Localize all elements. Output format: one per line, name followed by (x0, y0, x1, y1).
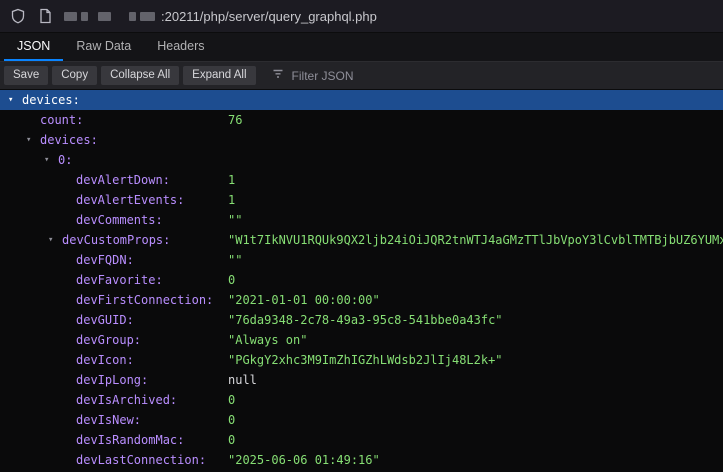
json-row-devGroup: devGroup: "Always on" (0, 330, 723, 350)
filter-funnel-icon (272, 67, 284, 85)
json-value: 0 (228, 430, 723, 450)
tab-headers[interactable]: Headers (144, 33, 217, 61)
json-row-devIcon: devIcon: "PGkgY2xhc3M9ImZhIGZhLWdsb2JlIj… (0, 350, 723, 370)
json-key[interactable]: devGroup: (76, 330, 141, 350)
toggle-spacer (62, 370, 76, 390)
json-value: "2025-06-06 01:49:16" (228, 450, 723, 470)
json-key[interactable]: devIcon: (76, 350, 134, 370)
redacted-host-block (140, 12, 155, 21)
browser-top-bar: :20211/php/server/query_graphql.php (0, 0, 723, 33)
toggle-spacer (62, 210, 76, 230)
expand-toggle-icon[interactable] (48, 230, 62, 250)
json-key[interactable]: devIsArchived: (76, 390, 177, 410)
tab-json[interactable]: JSON (4, 33, 63, 61)
json-row-count: count: 76 (0, 110, 723, 130)
json-value: 76 (228, 110, 723, 130)
json-value: "76da9348-2c78-49a3-95c8-541bbe0a43fc" (228, 310, 723, 330)
toggle-spacer (26, 110, 40, 130)
expand-toggle-icon[interactable] (26, 130, 40, 150)
json-value: 1 (228, 190, 723, 210)
json-key[interactable]: 0: (58, 150, 72, 170)
expand-toggle-icon[interactable] (44, 150, 58, 170)
json-value: null (228, 370, 723, 390)
json-key[interactable]: devFQDN: (76, 250, 134, 270)
tab-raw-data[interactable]: Raw Data (63, 33, 144, 61)
json-key[interactable]: devGUID: (76, 310, 134, 330)
json-key[interactable]: devIsNew: (76, 410, 141, 430)
toggle-spacer (62, 450, 76, 470)
toggle-spacer (62, 190, 76, 210)
toggle-spacer (62, 390, 76, 410)
redacted-host-block (98, 12, 111, 21)
toggle-spacer (62, 290, 76, 310)
json-value: "" (228, 250, 723, 270)
redacted-host-block (129, 12, 136, 21)
json-key[interactable]: devices: (22, 90, 80, 110)
redacted-host-block (64, 12, 77, 21)
json-row-devIsRandomMac: devIsRandomMac: 0 (0, 430, 723, 450)
json-value: 0 (228, 410, 723, 430)
json-key[interactable]: devCustomProps: (62, 230, 170, 250)
json-key[interactable]: devAlertDown: (76, 170, 170, 190)
toggle-spacer (62, 270, 76, 290)
toggle-spacer (62, 310, 76, 330)
json-key[interactable]: devComments: (76, 210, 163, 230)
json-row-devIsNew: devIsNew: 0 (0, 410, 723, 430)
json-key[interactable]: count: (40, 110, 83, 130)
json-row-devFavorite: devFavorite: 0 (0, 270, 723, 290)
toggle-spacer (62, 330, 76, 350)
filter-json-input[interactable] (290, 68, 450, 84)
toggle-spacer (62, 410, 76, 430)
expand-all-button[interactable]: Expand All (183, 66, 255, 86)
json-value: "W1t7IkNVU1RQUk9QX2ljb24iOiJQR2tnWTJ4aGM… (228, 230, 723, 250)
json-value (228, 150, 723, 170)
shield-icon[interactable] (10, 8, 26, 24)
json-row-devFirstConnection: devFirstConnection: "2021-01-01 00:00:00… (0, 290, 723, 310)
json-tree: devices: count: 76 devices: 0: devAlertD… (0, 90, 723, 470)
json-value: "2021-01-01 00:00:00" (228, 290, 723, 310)
json-value (228, 90, 723, 110)
json-value: "" (228, 210, 723, 230)
redacted-host-block (81, 12, 88, 21)
json-row-item-0[interactable]: 0: (0, 150, 723, 170)
json-row-devAlertEvents: devAlertEvents: 1 (0, 190, 723, 210)
json-row-devFQDN: devFQDN: "" (0, 250, 723, 270)
json-row-devIsArchived: devIsArchived: 0 (0, 390, 723, 410)
json-key[interactable]: devFavorite: (76, 270, 163, 290)
page-icon[interactable] (38, 8, 52, 24)
json-key[interactable]: devAlertEvents: (76, 190, 184, 210)
json-key[interactable]: devIsRandomMac: (76, 430, 184, 450)
json-value: "PGkgY2xhc3M9ImZhIGZhLWdsb2JlIj48L2k+" (228, 350, 723, 370)
json-value: "Always on" (228, 330, 723, 350)
toggle-spacer (62, 250, 76, 270)
filter-json-container (272, 67, 450, 85)
expand-toggle-icon[interactable] (8, 90, 22, 110)
json-value: 1 (228, 170, 723, 190)
json-row-devGUID: devGUID: "76da9348-2c78-49a3-95c8-541bbe… (0, 310, 723, 330)
json-value: 0 (228, 390, 723, 410)
json-viewer-tabbar: JSON Raw Data Headers (0, 33, 723, 62)
json-row-devices-root[interactable]: devices: (0, 90, 723, 110)
json-toolbar: Save Copy Collapse All Expand All (0, 62, 723, 90)
json-value (228, 130, 723, 150)
collapse-all-button[interactable]: Collapse All (101, 66, 179, 86)
json-key[interactable]: devIpLong: (76, 370, 148, 390)
json-key[interactable]: devFirstConnection: (76, 290, 213, 310)
json-key[interactable]: devLastConnection: (76, 450, 206, 470)
toggle-spacer (62, 350, 76, 370)
json-row-devLastConnection: devLastConnection: "2025-06-06 01:49:16" (0, 450, 723, 470)
copy-button[interactable]: Copy (52, 66, 97, 86)
json-key[interactable]: devices: (40, 130, 98, 150)
json-row-devices-array[interactable]: devices: (0, 130, 723, 150)
url-bar[interactable]: :20211/php/server/query_graphql.php (64, 9, 377, 24)
json-row-devAlertDown: devAlertDown: 1 (0, 170, 723, 190)
save-button[interactable]: Save (4, 66, 48, 86)
json-value: 0 (228, 270, 723, 290)
url-text[interactable]: :20211/php/server/query_graphql.php (161, 9, 377, 24)
toggle-spacer (62, 170, 76, 190)
json-row-devIpLong: devIpLong: null (0, 370, 723, 390)
toggle-spacer (62, 430, 76, 450)
json-row-devCustomProps[interactable]: devCustomProps: "W1t7IkNVU1RQUk9QX2ljb24… (0, 230, 723, 250)
json-row-devComments: devComments: "" (0, 210, 723, 230)
